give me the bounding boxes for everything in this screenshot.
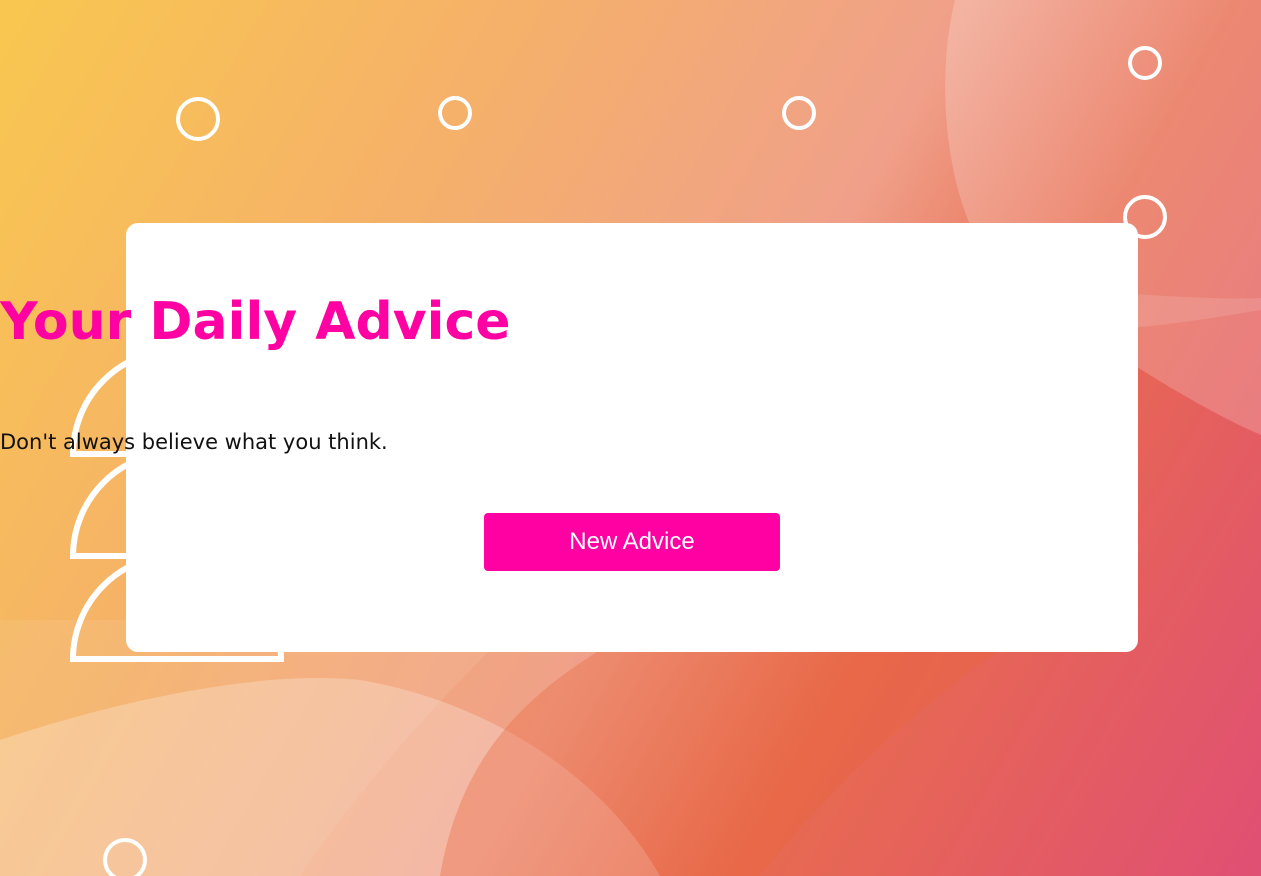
bottom-orange-blob (440, 650, 1000, 876)
circle-decoration (782, 96, 816, 130)
circle-decoration (176, 97, 220, 141)
new-advice-button[interactable]: New Advice (484, 513, 780, 571)
page-title: Your Daily Advice (0, 292, 511, 352)
circle-decoration (438, 96, 472, 130)
advice-text: Don't always believe what you think. (0, 430, 388, 454)
